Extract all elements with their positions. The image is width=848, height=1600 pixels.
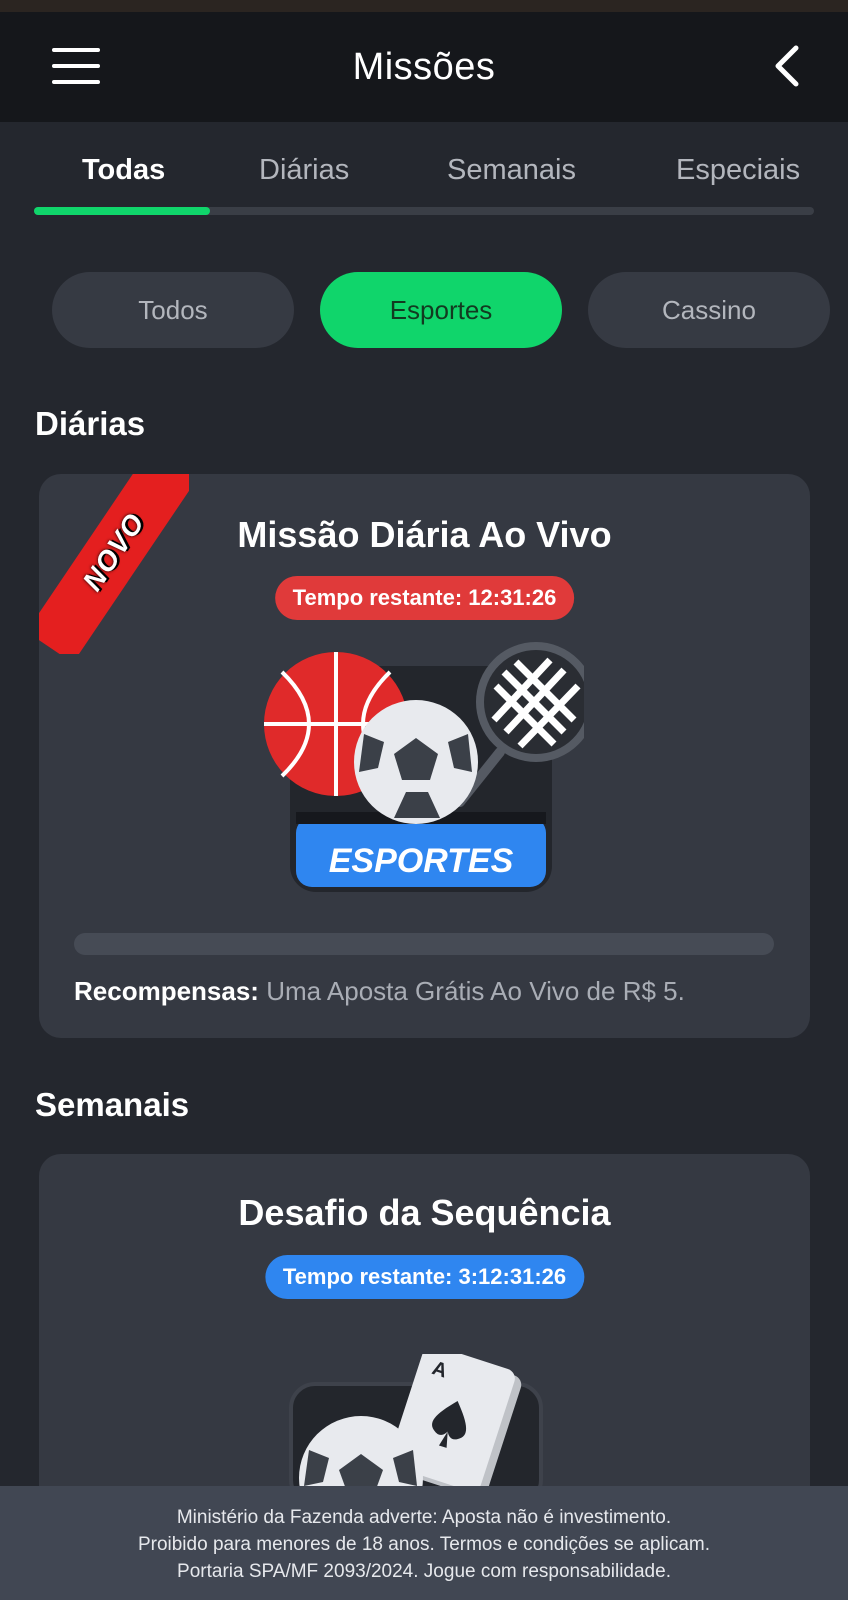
mission-reward: Recompensas: Uma Aposta Grátis Ao Vivo d… xyxy=(74,976,685,1006)
tab-track xyxy=(34,207,814,215)
tab-diarias[interactable]: Diárias xyxy=(259,154,349,187)
new-badge: NOVO xyxy=(39,474,189,654)
mission-title: Missão Diária Ao Vivo xyxy=(237,514,612,555)
mission-card-daily[interactable]: NOVO Missão Diária Ao Vivo Tempo restant… xyxy=(39,474,810,1038)
mission-progress-bar xyxy=(74,933,774,955)
tab-especiais[interactable]: Especiais xyxy=(676,154,800,187)
filter-esportes[interactable]: Esportes xyxy=(320,272,562,348)
footer-line: Proibido para menores de 18 anos. Termos… xyxy=(137,1534,711,1555)
footer-line: Portaria SPA/MF 2093/2024. Jogue com res… xyxy=(177,1561,671,1582)
mission-title: Desafio da Sequência xyxy=(238,1192,611,1233)
responsible-gambling-footer: Ministério da Fazenda adverte: Aposta nã… xyxy=(0,1486,848,1600)
app-header: Missões xyxy=(0,12,848,122)
hamburger-menu-icon[interactable] xyxy=(52,48,100,84)
status-strip xyxy=(0,0,848,12)
time-remaining-badge: Tempo restante: 3:12:31:26 xyxy=(264,1255,585,1299)
footer-line: Ministério da Fazenda adverte: Aposta nã… xyxy=(176,1507,672,1528)
tab-active-indicator xyxy=(34,207,210,215)
category-filters: Todos Esportes Cassino xyxy=(0,272,848,350)
section-title-daily: Diárias xyxy=(35,405,146,442)
section-title-weekly: Semanais xyxy=(35,1086,190,1123)
chevron-left-icon[interactable] xyxy=(768,42,808,90)
sports-icon: ESPORTES xyxy=(264,642,584,892)
mission-tabs: Todas Diárias Semanais Especiais xyxy=(0,140,848,220)
page-title: Missões xyxy=(352,45,496,88)
sports-casino-icon: A xyxy=(289,1354,543,1494)
tab-todas[interactable]: Todas xyxy=(82,154,165,187)
filter-todos[interactable]: Todos xyxy=(52,272,294,348)
filter-cassino[interactable]: Cassino xyxy=(588,272,830,348)
svg-text:ESPORTES: ESPORTES xyxy=(329,842,514,880)
time-remaining-badge: Tempo restante: 12:31:26 xyxy=(274,576,575,620)
tab-semanais[interactable]: Semanais xyxy=(447,154,576,187)
